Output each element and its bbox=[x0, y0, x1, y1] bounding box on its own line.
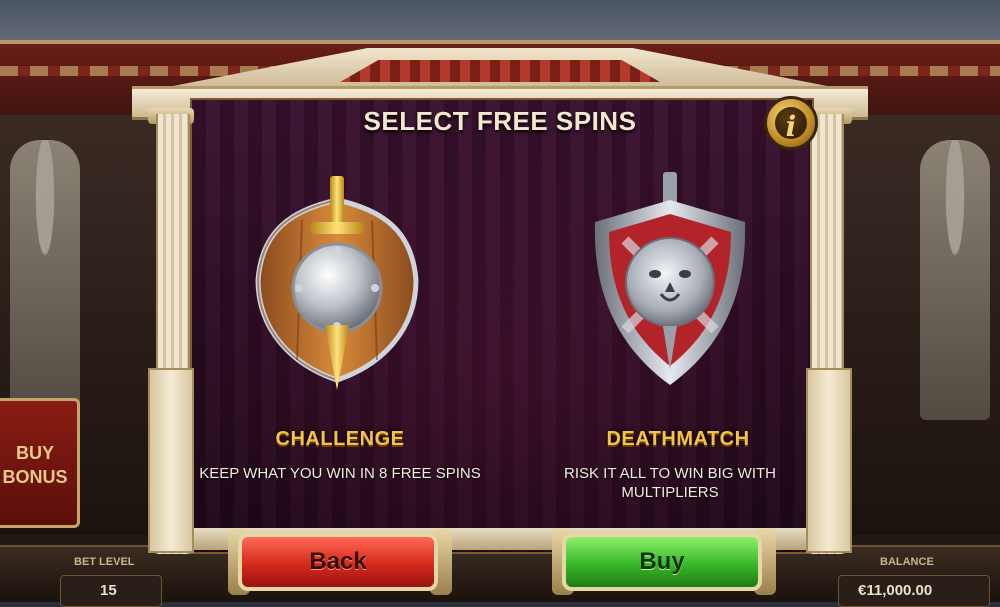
bet-level-value: 15 bbox=[100, 582, 117, 599]
dialog-title: SELECT FREE SPINS bbox=[363, 106, 637, 136]
wooden-shield-icon bbox=[255, 176, 419, 390]
gladiator-statue-left bbox=[10, 140, 80, 420]
buy-button[interactable]: Buy bbox=[562, 533, 762, 591]
challenge-title: CHALLENGE bbox=[275, 428, 405, 450]
challenge-option[interactable] bbox=[252, 170, 422, 395]
challenge-description: KEEP WHAT YOU WIN IN 8 FREE SPINS bbox=[199, 465, 481, 482]
pediment-frieze bbox=[340, 60, 660, 82]
gladiator-statue-right bbox=[920, 140, 990, 420]
back-button[interactable]: Back bbox=[238, 533, 438, 591]
deathmatch-option[interactable] bbox=[585, 170, 755, 395]
buy-bonus-button[interactable]: BUY BONUS bbox=[0, 398, 80, 528]
column-base-left bbox=[148, 368, 194, 553]
info-icon: i bbox=[785, 110, 797, 143]
balance-label: BALANCE bbox=[880, 556, 934, 568]
bet-level-label: BET LEVEL bbox=[74, 556, 135, 568]
column-base-right bbox=[806, 368, 852, 553]
info-button[interactable]: i bbox=[764, 96, 818, 150]
deathmatch-title: DEATHMATCH bbox=[606, 428, 750, 450]
deathmatch-description: RISK IT ALL TO WIN BIG WITH MULTIPLIERS bbox=[564, 465, 776, 501]
lion-shield-icon bbox=[594, 172, 746, 385]
balance-value: €11,000.00 bbox=[858, 582, 933, 599]
